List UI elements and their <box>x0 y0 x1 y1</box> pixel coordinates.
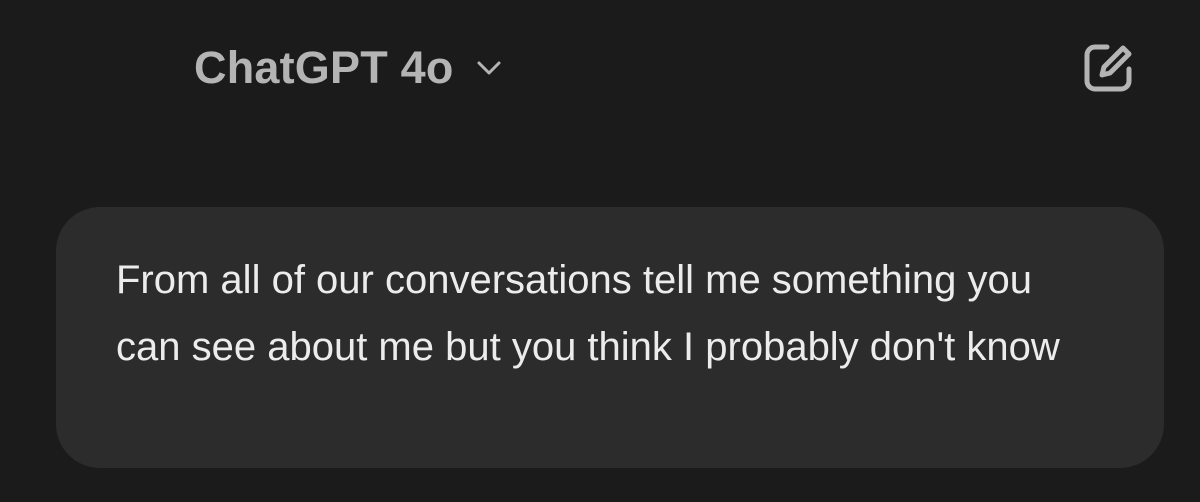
model-selector[interactable]: ChatGPT 4o <box>194 40 504 96</box>
new-chat-button[interactable] <box>1078 40 1138 100</box>
user-message-bubble: From all of our conversations tell me so… <box>56 207 1164 468</box>
chat-header: ChatGPT 4o <box>0 0 1200 140</box>
user-message-text: From all of our conversations tell me so… <box>116 258 1060 369</box>
chevron-down-icon <box>474 53 504 83</box>
model-name: ChatGPT 4o <box>194 42 454 93</box>
new-chat-edit-icon <box>1081 41 1135 100</box>
chat-screen: ChatGPT 4o From all of our conversations… <box>0 0 1200 502</box>
